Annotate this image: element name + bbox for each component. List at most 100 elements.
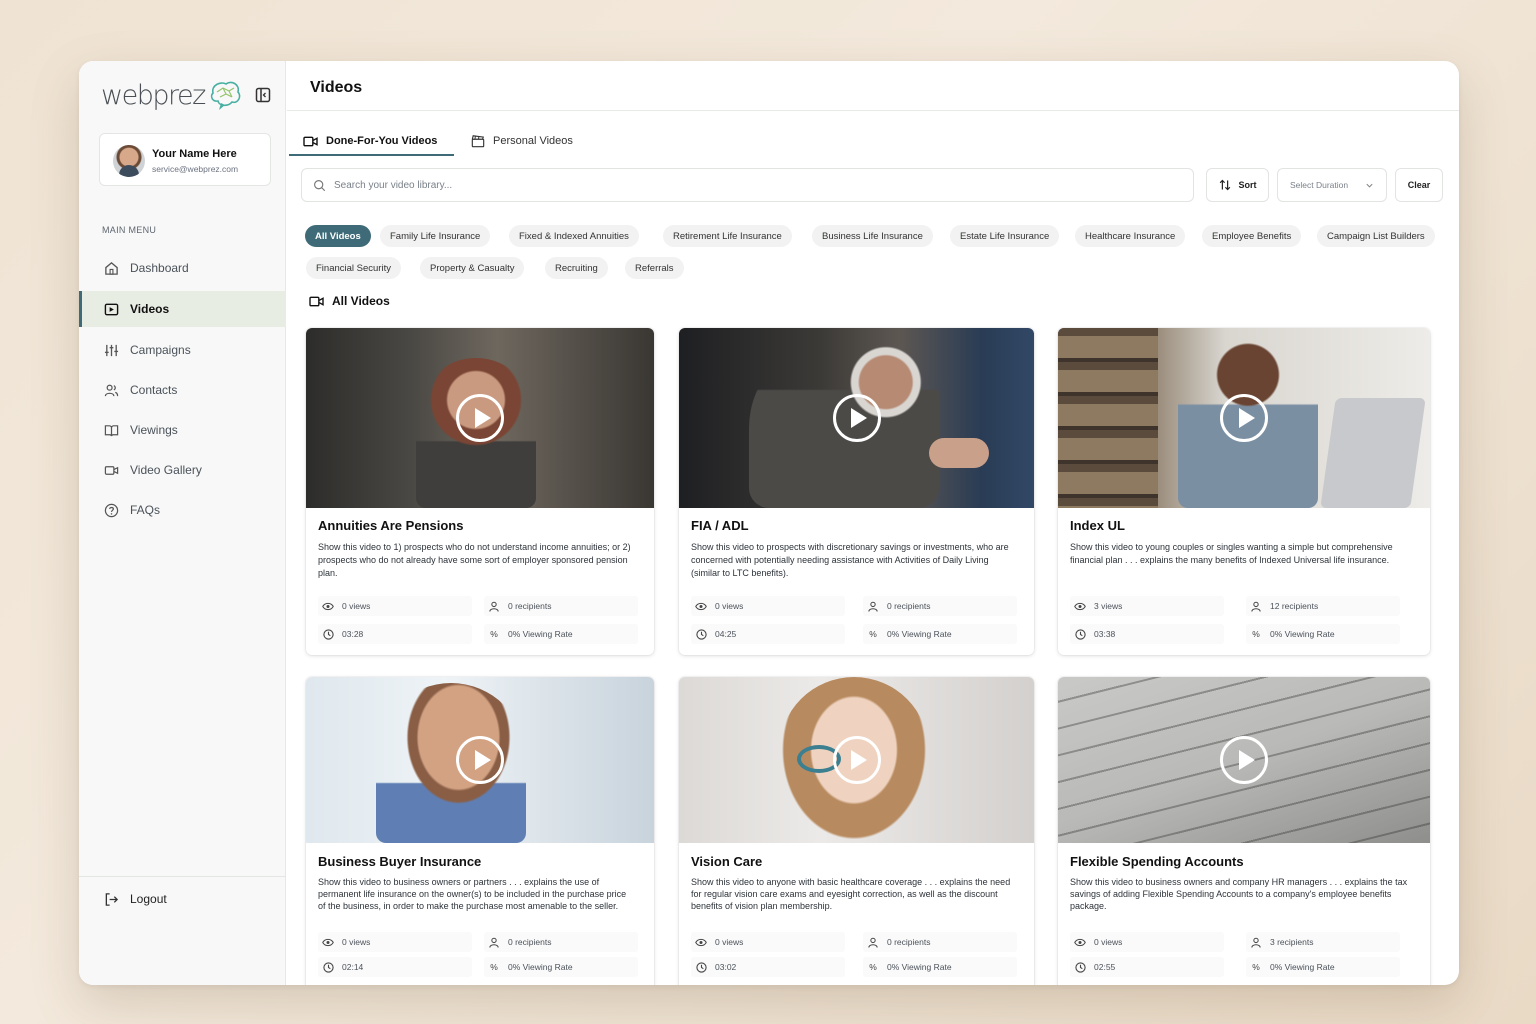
clock-icon	[1074, 961, 1086, 973]
percent-icon: %	[1252, 629, 1260, 639]
duration-select[interactable]: Select Duration	[1277, 168, 1387, 202]
video-card[interactable]: Flexible Spending Accounts Show this vid…	[1058, 677, 1430, 985]
video-thumbnail[interactable]	[306, 328, 654, 508]
tab-personal-videos[interactable]: Personal Videos	[471, 126, 573, 156]
chip-fixed-indexed-annuities[interactable]: Fixed & Indexed Annuities	[509, 225, 639, 247]
sidebar-item-label: Videos	[130, 302, 170, 316]
app-window: webprez Your Name Here service@webprez.c…	[79, 61, 1459, 985]
video-title: Business Buyer Insurance	[318, 854, 482, 869]
sidebar-item-videos[interactable]: Videos	[79, 291, 286, 327]
play-icon[interactable]	[456, 394, 504, 442]
views-stat: 3 views	[1070, 596, 1224, 616]
chip-retirement-life-insurance[interactable]: Retirement Life Insurance	[663, 225, 792, 247]
video-description: Show this video to prospects with discre…	[691, 542, 1009, 578]
views-stat: 0 views	[1070, 932, 1224, 952]
views-count: 0 views	[342, 601, 371, 611]
logo[interactable]: webprez	[101, 75, 243, 115]
clock-icon	[322, 961, 334, 973]
views-stat: 0 views	[318, 596, 472, 616]
sidebar-item-contacts[interactable]: Contacts	[79, 372, 286, 408]
views-stat: 0 views	[691, 932, 845, 952]
sort-arrows-icon	[1219, 179, 1231, 191]
video-card[interactable]: Index UL Show this video to young couple…	[1058, 328, 1430, 655]
video-thumbnail[interactable]	[679, 677, 1034, 843]
logout-label: Logout	[130, 892, 167, 906]
search-icon	[313, 179, 326, 192]
page-title: Videos	[310, 79, 363, 96]
play-icon[interactable]	[832, 394, 881, 442]
video-card[interactable]: FIA / ADL Show this video to prospects w…	[679, 328, 1034, 655]
sidebar-item-dashboard[interactable]: Dashboard	[79, 250, 286, 286]
search-input[interactable]	[334, 179, 1134, 191]
video-thumbnail[interactable]	[1058, 328, 1430, 508]
duration-stat: 02:55	[1070, 957, 1224, 977]
video-description: Show this video to anyone with basic hea…	[691, 877, 1011, 911]
main-menu-label: MAIN MENU	[102, 225, 157, 235]
viewing-rate-stat: % 0% Viewing Rate	[484, 957, 638, 977]
chip-campaign-list-builders[interactable]: Campaign List Builders	[1317, 225, 1435, 247]
tab-label: Done-For-You Videos	[326, 135, 438, 147]
chip-all-videos[interactable]: All Videos	[305, 225, 371, 247]
chip-healthcare-insurance[interactable]: Healthcare Insurance	[1075, 225, 1186, 247]
eye-icon	[695, 938, 707, 947]
video-thumbnail[interactable]	[306, 677, 654, 843]
video-card[interactable]: Annuities Are Pensions Show this video t…	[306, 328, 654, 655]
video-title: Index UL	[1070, 518, 1125, 533]
sidebar-item-label: FAQs	[130, 503, 161, 517]
recipients-count: 0 recipients	[508, 937, 552, 947]
video-duration: 02:55	[1094, 962, 1116, 972]
video-thumbnail[interactable]	[679, 328, 1034, 508]
logout-button[interactable]: Logout	[79, 881, 286, 917]
search-bar[interactable]	[301, 168, 1194, 202]
sidebar-item-video-gallery[interactable]: Video Gallery	[79, 452, 286, 488]
chip-property-casualty[interactable]: Property & Casualty	[420, 257, 525, 279]
user-icon	[488, 937, 500, 948]
logo-text: webprez	[101, 79, 206, 111]
main-content: Videos Done-For-You Videos Personal Vide…	[287, 61, 1459, 985]
recipients-stat: 0 recipients	[863, 932, 1017, 952]
percent-icon: %	[869, 962, 877, 972]
video-card[interactable]: Business Buyer Insurance Show this video…	[306, 677, 654, 985]
viewing-rate-stat: % 0% Viewing Rate	[863, 957, 1017, 977]
viewing-rate: 0% Viewing Rate	[1270, 629, 1335, 639]
sidebar-item-campaigns[interactable]: Campaigns	[79, 332, 286, 368]
chip-recruiting[interactable]: Recruiting	[545, 257, 608, 279]
chip-referrals[interactable]: Referrals	[625, 257, 684, 279]
clear-button[interactable]: Clear	[1395, 168, 1443, 202]
recipients-stat: 0 recipients	[863, 596, 1017, 616]
sidebar-item-viewings[interactable]: Viewings	[79, 412, 286, 448]
sidebar-collapse-icon[interactable]	[255, 87, 273, 105]
play-icon[interactable]	[1220, 736, 1268, 784]
video-card[interactable]: Vision Care Show this video to anyone wi…	[679, 677, 1034, 985]
brain-logo-icon	[207, 79, 243, 111]
viewing-rate-stat: % 0% Viewing Rate	[1246, 624, 1400, 644]
play-icon[interactable]	[456, 736, 504, 784]
recipients-count: 0 recipients	[508, 601, 552, 611]
user-card[interactable]: Your Name Here service@webprez.com	[99, 133, 271, 186]
sliders-icon	[103, 342, 119, 358]
sort-button[interactable]: Sort	[1206, 168, 1269, 202]
avatar	[113, 145, 145, 177]
views-count: 0 views	[342, 937, 371, 947]
video-thumbnail[interactable]	[1058, 677, 1430, 843]
chip-business-life-insurance[interactable]: Business Life Insurance	[812, 225, 933, 247]
views-stat: 0 views	[318, 932, 472, 952]
duration-label: Select Duration	[1290, 180, 1349, 190]
video-duration: 03:02	[715, 962, 737, 972]
tab-done-for-you-videos[interactable]: Done-For-You Videos	[303, 126, 437, 156]
video-description: Show this video to young couples or sing…	[1070, 542, 1393, 565]
recipients-stat: 0 recipients	[484, 932, 638, 952]
play-icon[interactable]	[1220, 394, 1268, 442]
sidebar-item-faqs[interactable]: FAQs	[79, 492, 286, 528]
chip-family-life-insurance[interactable]: Family Life Insurance	[380, 225, 491, 247]
chip-financial-security[interactable]: Financial Security	[306, 257, 401, 279]
views-count: 0 views	[715, 601, 744, 611]
video-camera-icon	[103, 462, 119, 478]
views-count: 0 views	[715, 937, 744, 947]
book-open-icon	[103, 422, 119, 438]
chip-employee-benefits[interactable]: Employee Benefits	[1202, 225, 1302, 247]
duration-stat: 03:28	[318, 624, 472, 644]
chip-estate-life-insurance[interactable]: Estate Life Insurance	[950, 225, 1060, 247]
play-icon[interactable]	[832, 736, 881, 784]
video-camera-icon	[303, 135, 318, 148]
